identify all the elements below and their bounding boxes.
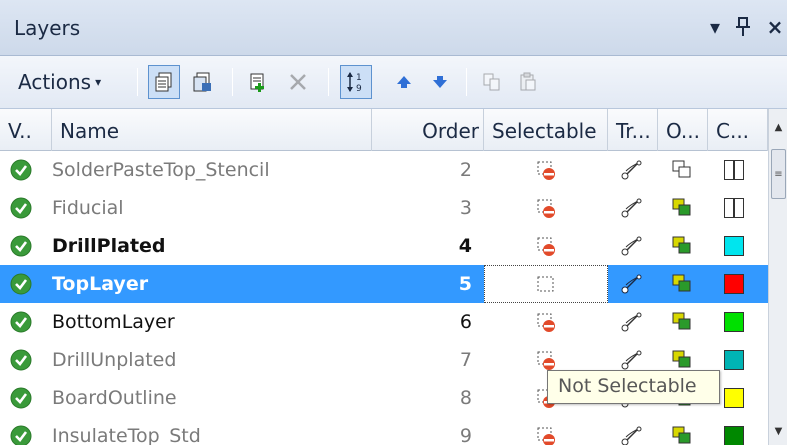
scroll-thumb[interactable]: ≡ bbox=[771, 149, 786, 199]
layer-order: 7 bbox=[459, 349, 472, 371]
grid-header: V.. Name Order Selectable Tr... O... C..… bbox=[0, 109, 768, 151]
toolbar-divider bbox=[466, 68, 467, 96]
outline-icon[interactable] bbox=[658, 227, 706, 265]
outline-icon[interactable] bbox=[658, 265, 706, 303]
tooltip: Not Selectable bbox=[547, 370, 720, 404]
not-selectable-icon[interactable] bbox=[484, 303, 608, 341]
layers-toolbar: Actions ▾ 19 bbox=[0, 56, 787, 109]
layer-name: InsulateTop_Std bbox=[52, 425, 201, 445]
color-swatch bbox=[724, 274, 744, 294]
chevron-down-icon: ▾ bbox=[95, 75, 102, 89]
svg-text:1: 1 bbox=[356, 73, 362, 83]
close-icon[interactable]: × bbox=[762, 12, 787, 42]
layer-name: DrillUnplated bbox=[52, 349, 177, 371]
not-selectable-icon[interactable] bbox=[484, 265, 608, 303]
layer-name: BottomLayer bbox=[52, 311, 175, 333]
color-swatch bbox=[724, 236, 744, 256]
transparency-icon[interactable] bbox=[608, 227, 656, 265]
visible-check-icon[interactable] bbox=[10, 189, 40, 227]
layer-order: 3 bbox=[459, 197, 472, 219]
move-up-icon[interactable] bbox=[388, 65, 420, 99]
layer-properties-icon[interactable] bbox=[186, 65, 218, 99]
layer-name: DrillPlated bbox=[52, 235, 166, 257]
panel-title: Layers bbox=[14, 16, 81, 40]
layer-order: 2 bbox=[459, 159, 472, 181]
column-header-visible[interactable]: V.. bbox=[0, 109, 52, 151]
table-row[interactable]: BottomLayer 6 bbox=[0, 303, 768, 341]
show-layer-set-icon[interactable] bbox=[148, 65, 180, 99]
column-header-name[interactable]: Name bbox=[52, 109, 372, 151]
table-row[interactable]: SolderPasteTop_Stencil 2 bbox=[0, 151, 768, 189]
color-swatch bbox=[724, 426, 744, 445]
layer-order: 8 bbox=[459, 387, 472, 409]
layer-name: BoardOutline bbox=[52, 387, 177, 409]
move-down-icon[interactable] bbox=[424, 65, 456, 99]
column-header-color[interactable]: C... bbox=[708, 109, 768, 151]
outline-icon[interactable] bbox=[658, 151, 706, 189]
table-row[interactable]: DrillPlated 4 bbox=[0, 227, 768, 265]
layer-order: 6 bbox=[459, 311, 472, 333]
table-row[interactable]: InsulateTop_Std 9 bbox=[0, 417, 768, 445]
toolbar-divider bbox=[137, 68, 138, 96]
layer-order: 5 bbox=[458, 273, 472, 295]
visible-check-icon[interactable] bbox=[10, 341, 40, 379]
toolbar-divider bbox=[232, 68, 233, 96]
layer-color-swatch[interactable] bbox=[710, 189, 758, 227]
outline-icon[interactable] bbox=[658, 417, 706, 445]
layer-name: SolderPasteTop_Stencil bbox=[52, 159, 270, 181]
visible-check-icon[interactable] bbox=[10, 151, 40, 189]
visible-check-icon[interactable] bbox=[10, 303, 40, 341]
layer-name: TopLayer bbox=[52, 273, 149, 295]
color-swatch bbox=[724, 312, 744, 332]
transparency-icon[interactable] bbox=[608, 265, 656, 303]
transparency-icon[interactable] bbox=[608, 417, 656, 445]
toolbar-divider bbox=[328, 68, 329, 96]
visible-check-icon[interactable] bbox=[10, 379, 40, 417]
not-selectable-icon[interactable] bbox=[484, 227, 608, 265]
column-header-transparency[interactable]: Tr... bbox=[608, 109, 658, 151]
color-swatch bbox=[724, 388, 744, 408]
transparency-icon[interactable] bbox=[608, 189, 656, 227]
panel-title-bar: Layers ▾ × bbox=[0, 0, 787, 56]
layer-color-swatch[interactable] bbox=[710, 265, 758, 303]
svg-text:9: 9 bbox=[356, 84, 362, 94]
column-header-selectable[interactable]: Selectable bbox=[484, 109, 608, 151]
layer-order: 9 bbox=[459, 425, 472, 445]
transparency-icon[interactable] bbox=[608, 303, 656, 341]
scroll-up-icon[interactable]: ▲ bbox=[769, 109, 787, 145]
delete-layer-icon[interactable] bbox=[282, 65, 314, 99]
visible-check-icon[interactable] bbox=[10, 265, 40, 303]
column-header-order[interactable]: Order bbox=[372, 109, 484, 151]
table-row[interactable]: Fiducial 3 bbox=[0, 189, 768, 227]
column-header-outline[interactable]: O... bbox=[658, 109, 708, 151]
layer-color-swatch[interactable] bbox=[710, 417, 758, 445]
layer-color-swatch[interactable] bbox=[710, 303, 758, 341]
layer-name: Fiducial bbox=[52, 197, 124, 219]
layer-color-swatch[interactable] bbox=[710, 227, 758, 265]
not-selectable-icon[interactable] bbox=[484, 151, 608, 189]
actions-dropdown[interactable]: Actions ▾ bbox=[18, 64, 101, 100]
outline-icon[interactable] bbox=[658, 189, 706, 227]
copy-layer-icon[interactable] bbox=[476, 65, 508, 99]
vertical-scrollbar[interactable]: ▲ ≡ ▼ bbox=[768, 109, 787, 445]
actions-label: Actions bbox=[18, 70, 92, 94]
pin-icon[interactable] bbox=[730, 12, 756, 42]
not-selectable-icon[interactable] bbox=[484, 417, 608, 445]
not-selectable-icon[interactable] bbox=[484, 189, 608, 227]
sort-numeric-icon[interactable]: 19 bbox=[340, 65, 372, 99]
visible-check-icon[interactable] bbox=[10, 417, 40, 445]
outline-icon[interactable] bbox=[658, 303, 706, 341]
transparency-icon[interactable] bbox=[608, 151, 656, 189]
layer-order: 4 bbox=[458, 235, 472, 257]
panel-menu-icon[interactable]: ▾ bbox=[702, 12, 728, 42]
color-swatch bbox=[724, 350, 744, 370]
add-layer-icon[interactable] bbox=[242, 65, 274, 99]
scroll-down-icon[interactable]: ▼ bbox=[769, 419, 787, 443]
paste-layer-icon[interactable] bbox=[512, 65, 544, 99]
color-swatch bbox=[724, 198, 744, 218]
table-row[interactable]: TopLayer 5 bbox=[0, 265, 768, 303]
color-swatch bbox=[724, 160, 744, 180]
layer-color-swatch[interactable] bbox=[710, 151, 758, 189]
visible-check-icon[interactable] bbox=[10, 227, 40, 265]
